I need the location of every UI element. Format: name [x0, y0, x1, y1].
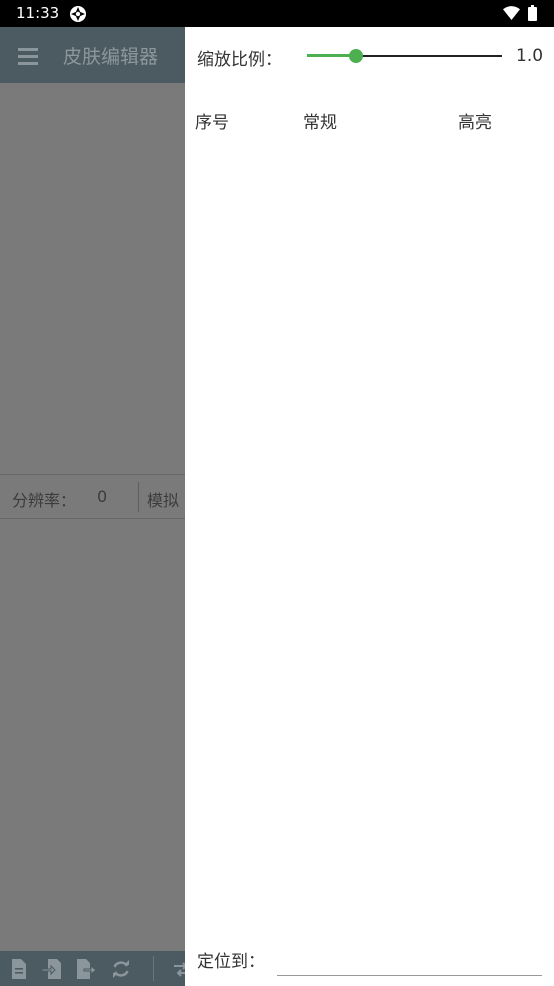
locate-label: 定位到： — [197, 952, 265, 972]
slider-thumb[interactable] — [348, 49, 363, 63]
resolution-label: 分辨率： — [12, 491, 77, 510]
status-time: 11:33 — [16, 4, 60, 22]
refresh-icon[interactable] — [111, 958, 131, 980]
resolution-value: 0 — [97, 487, 108, 506]
wifi-icon — [503, 6, 520, 20]
toolbar-divider — [153, 956, 154, 981]
scale-label: 缩放比例： — [197, 50, 282, 70]
import-icon[interactable] — [42, 958, 62, 980]
side-drawer — [185, 27, 554, 986]
column-header-normal: 常规 — [303, 113, 337, 133]
hamburger-menu-icon[interactable] — [18, 48, 38, 65]
scale-value: 1.0 — [516, 46, 544, 66]
column-header-highlight: 高亮 — [458, 113, 492, 133]
battery-icon — [528, 5, 537, 21]
info-divider — [138, 482, 139, 512]
export-icon[interactable] — [76, 958, 96, 980]
scale-slider[interactable] — [307, 45, 502, 67]
mode-label[interactable]: 模拟 — [147, 487, 179, 511]
column-header-index: 序号 — [195, 113, 229, 133]
status-bar: 11:33 — [0, 0, 554, 27]
app-title: 皮肤编辑器 — [63, 46, 159, 68]
aperture-icon — [70, 6, 86, 22]
new-file-icon[interactable] — [9, 958, 29, 980]
locate-input[interactable] — [277, 944, 542, 976]
